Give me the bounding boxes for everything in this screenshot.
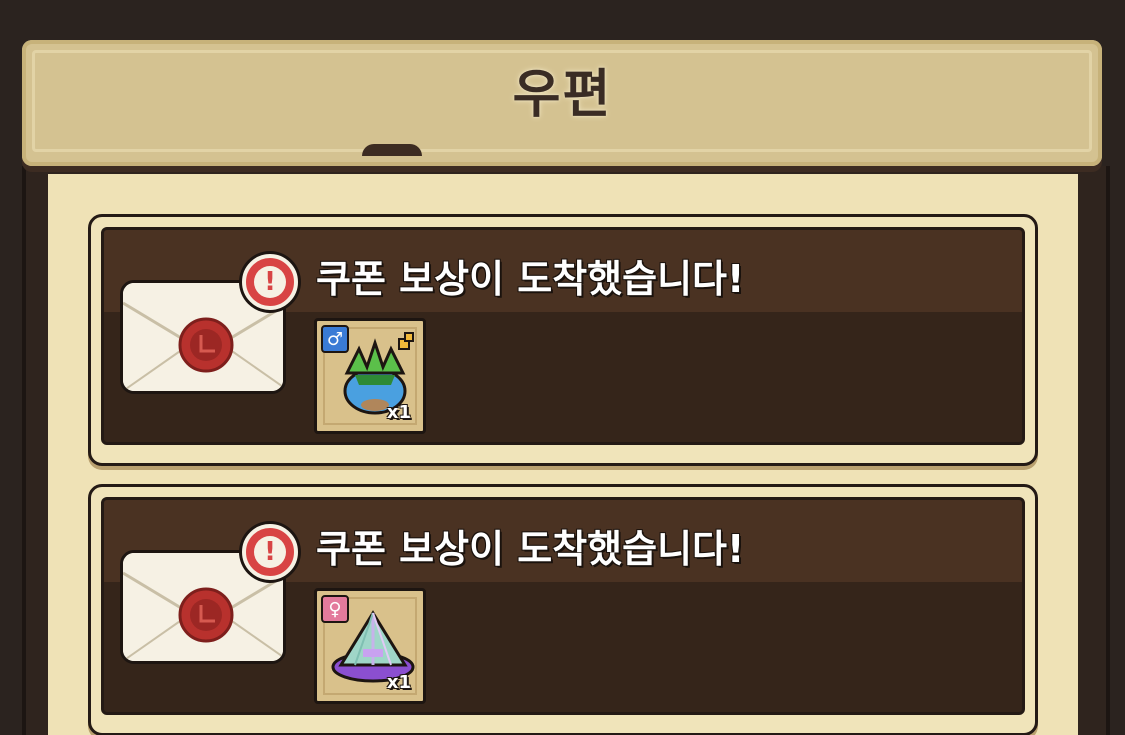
reward-quantity: x1 (386, 402, 411, 423)
reward-item-slot[interactable]: ♂ x1 (314, 318, 426, 434)
female-gender-icon: ♀ (321, 595, 349, 623)
banner-notch (362, 144, 422, 156)
alert-mark: ! (254, 266, 286, 298)
alert-icon: ! (242, 524, 298, 580)
mail-screen: 우편 쿠폰 보상이 도착했습니다! ! ♂ x1 쿠폰 보상이 도착했습니다! … (0, 0, 1125, 735)
reward-item-slot[interactable]: ♀ x1 (314, 588, 426, 704)
alert-icon: ! (242, 254, 298, 310)
alert-mark: ! (254, 536, 286, 568)
mail-title: 쿠폰 보상이 도착했습니다! (316, 257, 745, 301)
page-title: 우편 (512, 65, 613, 125)
mail-title: 쿠폰 보상이 도착했습니다! (316, 527, 745, 571)
reward-quantity: x1 (386, 672, 411, 693)
male-gender-icon: ♂ (321, 325, 349, 353)
